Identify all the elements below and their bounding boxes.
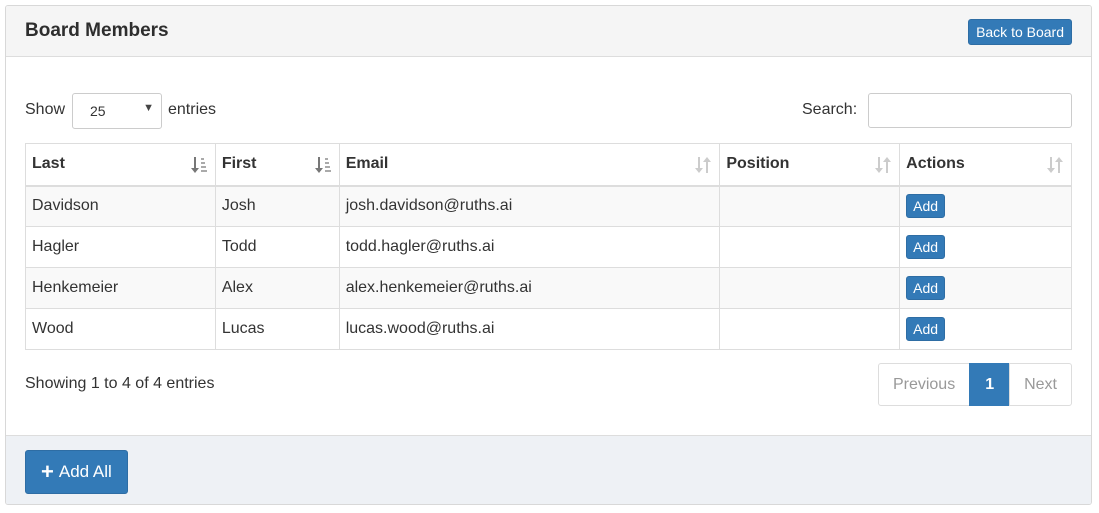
- entries-label: entries: [168, 101, 217, 118]
- add-all-button[interactable]: + Add All: [25, 450, 128, 494]
- search-label: Search:: [802, 101, 858, 118]
- caret-down-icon: ▼: [143, 102, 154, 114]
- panel-footer: + Add All: [6, 435, 1091, 504]
- cell-actions: Add: [899, 308, 1072, 350]
- plus-icon: +: [41, 459, 54, 484]
- cell-email: josh.davidson@ruths.ai: [338, 185, 721, 227]
- pagination: Previous 1 Next: [877, 363, 1072, 406]
- cell-actions: Add: [899, 185, 1072, 227]
- panel-heading: Board Members Back to Board: [6, 6, 1091, 57]
- table-row: Hagler Todd todd.hagler@ruths.ai Add: [25, 226, 1072, 268]
- cell-first: Lucas: [214, 308, 340, 350]
- sort-alpha-asc-icon: [190, 157, 207, 173]
- cell-position: [719, 267, 901, 309]
- page-1-button[interactable]: 1: [969, 363, 1011, 406]
- add-member-button[interactable]: Add: [906, 235, 946, 259]
- table-row: Davidson Josh josh.davidson@ruths.ai Add: [25, 185, 1072, 227]
- page-title: Board Members: [25, 20, 169, 41]
- cell-actions: Add: [899, 267, 1072, 309]
- cell-last: Henkemeier: [25, 267, 216, 309]
- add-all-label: Add All: [58, 462, 112, 481]
- table-row: Henkemeier Alex alex.henkemeier@ruths.ai…: [25, 267, 1072, 309]
- search-input[interactable]: [868, 93, 1072, 128]
- cell-position: [719, 226, 901, 268]
- sort-both-icon: [1047, 157, 1063, 173]
- previous-page-button[interactable]: Previous: [877, 363, 971, 406]
- back-to-board-button[interactable]: Back to Board: [968, 19, 1072, 45]
- column-header-label: Last: [32, 155, 65, 173]
- cell-last: Davidson: [25, 185, 216, 227]
- cell-email: alex.henkemeier@ruths.ai: [338, 267, 721, 309]
- entries-length-select[interactable]: 25 ▼: [72, 93, 162, 129]
- cell-email: lucas.wood@ruths.ai: [338, 308, 721, 350]
- cell-position: [719, 185, 901, 227]
- column-header-last[interactable]: Last: [25, 143, 216, 187]
- column-header-email[interactable]: Email: [338, 143, 721, 187]
- column-header-first[interactable]: First: [214, 143, 340, 187]
- column-header-position[interactable]: Position: [719, 143, 901, 187]
- column-header-label: Actions: [906, 155, 965, 173]
- cell-actions: Add: [899, 226, 1072, 268]
- column-header-label: First: [221, 155, 257, 173]
- cell-last: Wood: [25, 308, 216, 350]
- add-member-button[interactable]: Add: [906, 317, 946, 341]
- board-members-panel: Board Members Back to Board Show 25 ▼ en…: [5, 5, 1092, 505]
- show-label: Show: [25, 101, 66, 118]
- add-member-button[interactable]: Add: [906, 194, 946, 219]
- next-page-button[interactable]: Next: [1009, 363, 1072, 406]
- entries-length-value: 25: [90, 103, 106, 119]
- column-header-label: Position: [726, 155, 790, 173]
- table-row: Wood Lucas lucas.wood@ruths.ai Add: [25, 308, 1072, 350]
- cell-first: Todd: [214, 226, 340, 268]
- cell-position: [719, 308, 901, 350]
- cell-email: todd.hagler@ruths.ai: [338, 226, 721, 268]
- sort-both-icon: [875, 157, 892, 173]
- cell-first: Josh: [214, 185, 340, 227]
- table-info: Showing 1 to 4 of 4 entries: [25, 375, 215, 392]
- cell-first: Alex: [214, 267, 340, 309]
- sort-alpha-asc-icon: [314, 157, 331, 173]
- members-table: Last First Email Position Actions Davids…: [25, 143, 1072, 350]
- add-member-button[interactable]: Add: [906, 276, 946, 300]
- cell-last: Hagler: [25, 226, 216, 268]
- sort-both-icon: [695, 157, 712, 173]
- column-header-label: Email: [345, 155, 389, 173]
- table-header-row: Last First Email Position Actions: [25, 143, 1072, 187]
- column-header-actions[interactable]: Actions: [899, 143, 1072, 187]
